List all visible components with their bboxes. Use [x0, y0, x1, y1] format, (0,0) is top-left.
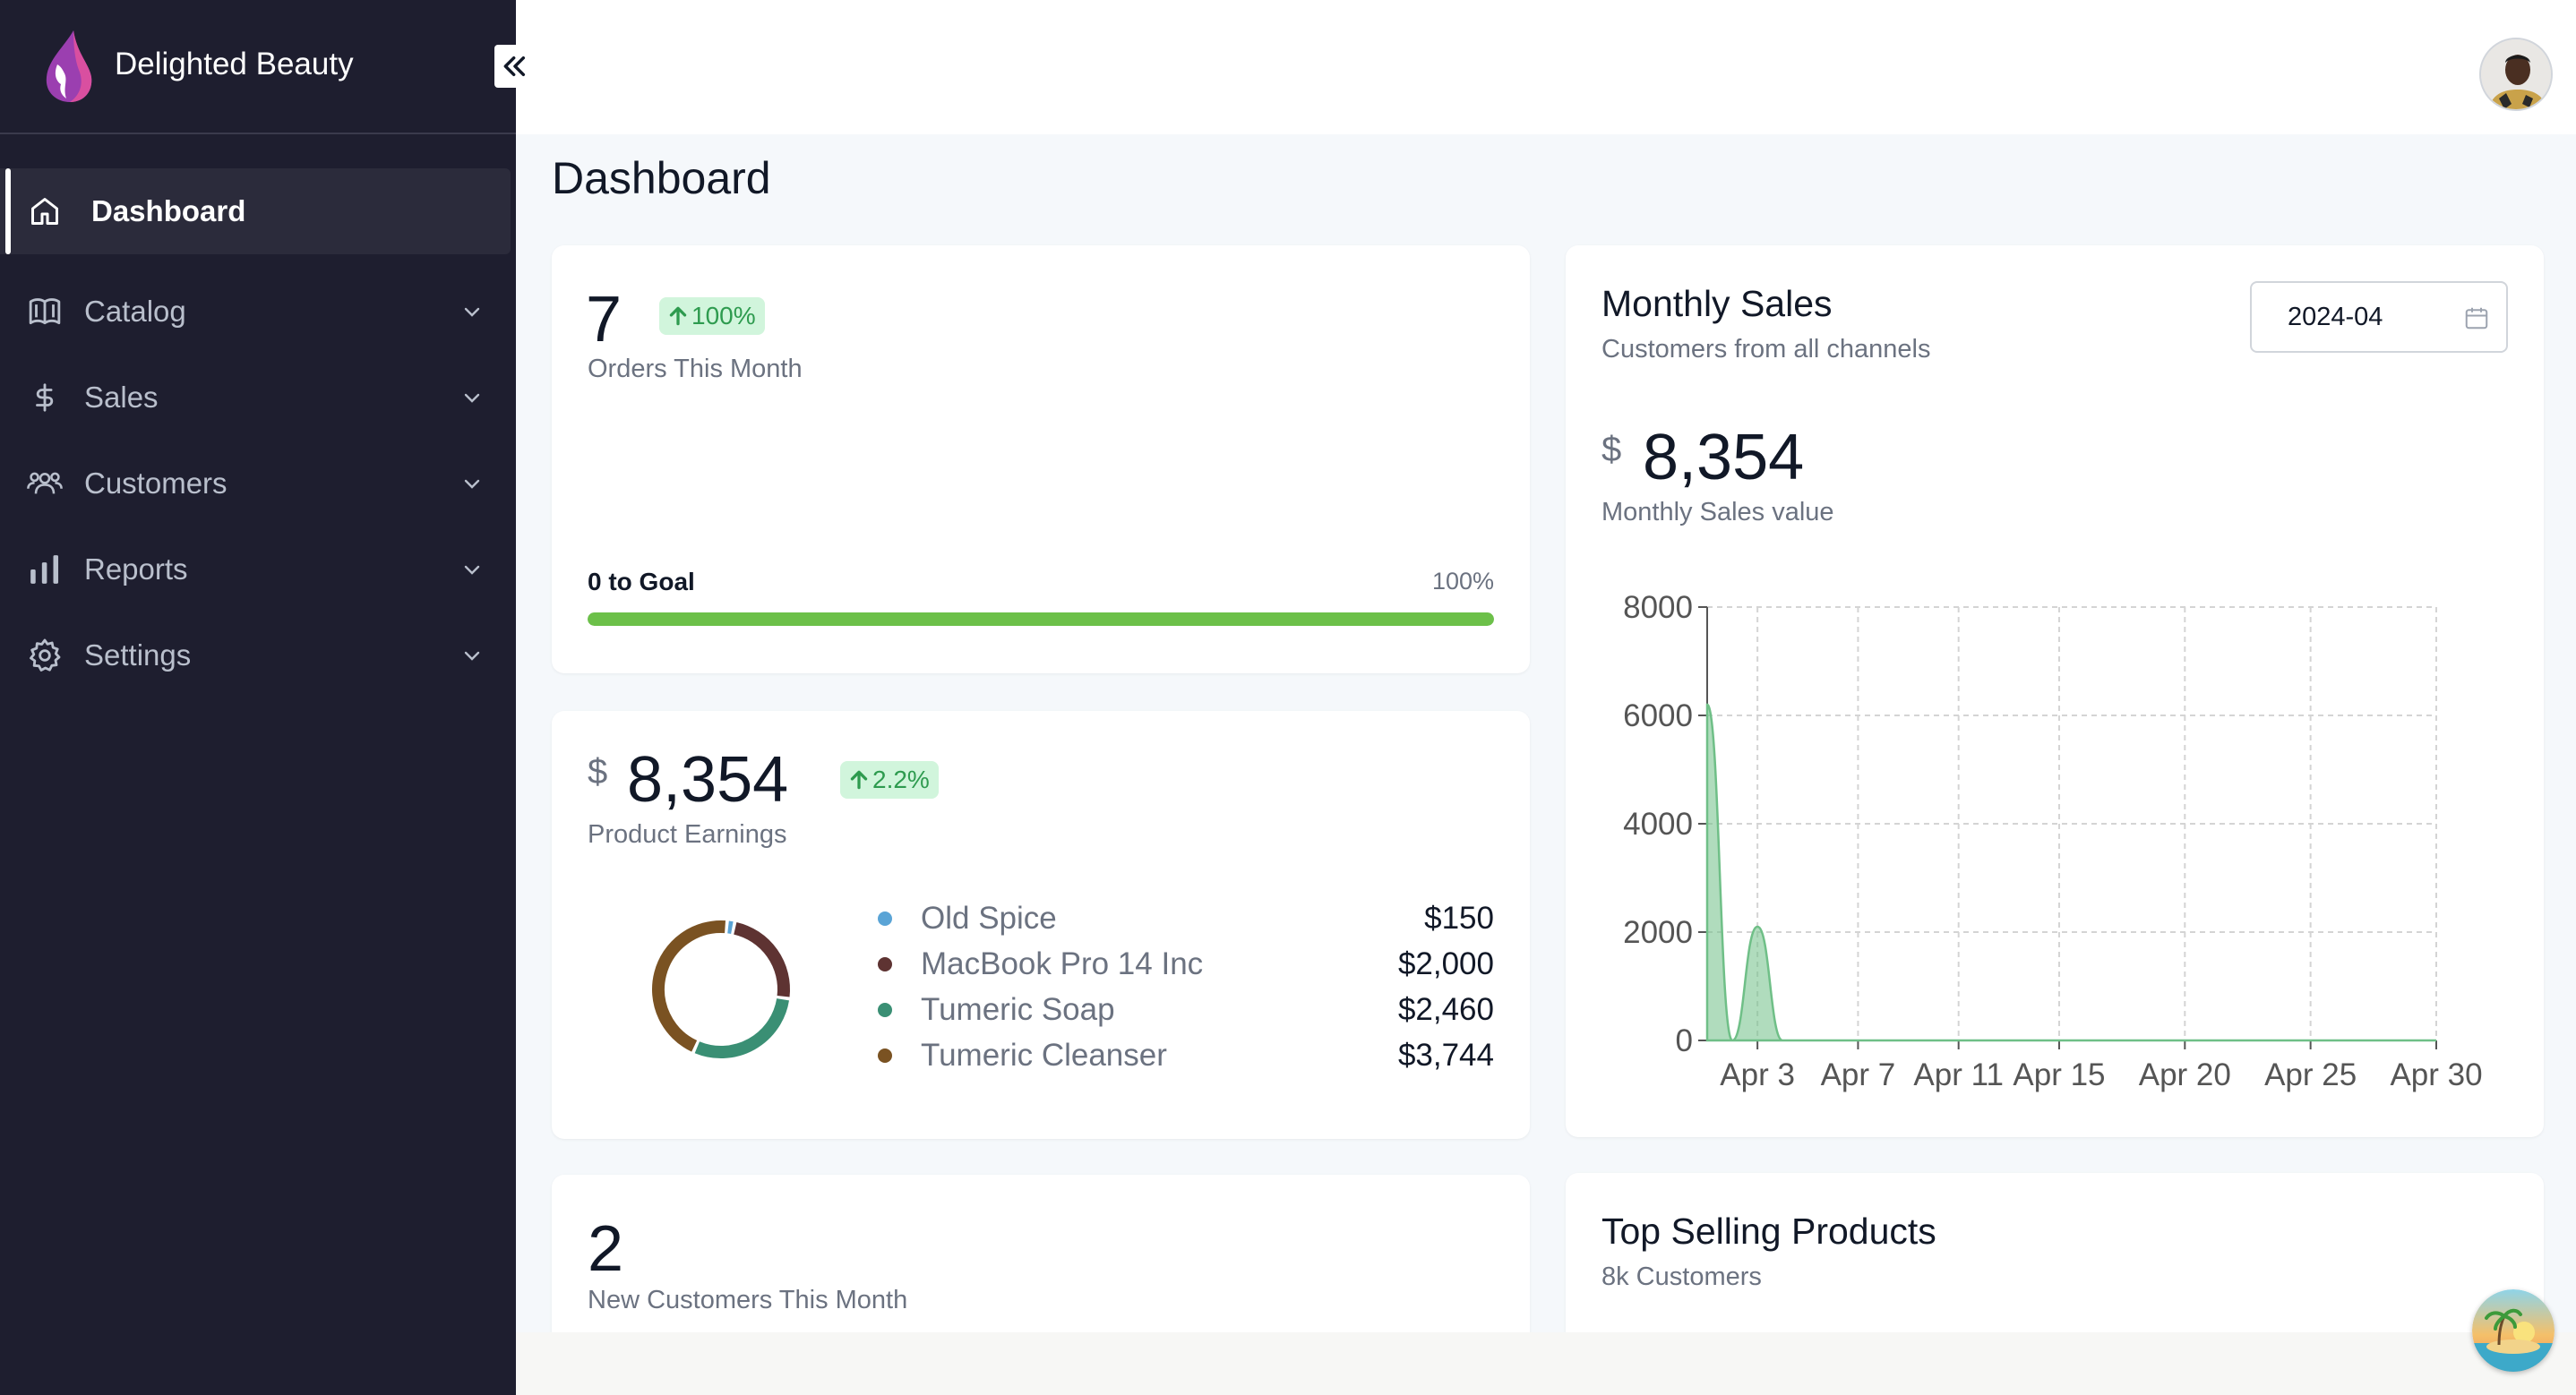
goal-progress-bar — [588, 612, 1494, 626]
orders-count: 7 — [586, 284, 623, 355]
sidebar-collapse-button[interactable] — [494, 45, 536, 88]
monthly-sales-card: Monthly Sales Customers from all channel… — [1566, 245, 2544, 1137]
floating-help-button[interactable] — [2472, 1289, 2555, 1372]
arrow-up-icon — [850, 770, 868, 790]
chevron-down-icon — [459, 384, 485, 411]
users-icon — [27, 466, 63, 501]
sales-area-series — [1705, 703, 2436, 1042]
sidebar-item-label: Settings — [84, 638, 192, 672]
top-selling-subtitle: 8k Customers — [1601, 1262, 1762, 1291]
arrow-up-icon — [669, 306, 687, 326]
sidebar-item-label: Customers — [84, 466, 228, 500]
legend-name: Tumeric Soap — [921, 992, 1115, 1027]
brand-name: Delighted Beauty — [115, 47, 354, 81]
x-tick-label: Apr 3 — [1720, 1057, 1795, 1092]
sidebar-item-label: Sales — [84, 381, 159, 414]
sidebar-nav: Dashboard Catalog Sales Customers Report… — [0, 168, 516, 698]
donut-slice — [652, 920, 726, 1052]
x-tick-label: Apr 7 — [1821, 1057, 1896, 1092]
legend-dot — [878, 1003, 892, 1017]
legend-value: $2,460 — [1397, 992, 1494, 1027]
sidebar: Delighted Beauty Dashboard Catalog Sales — [0, 0, 516, 1395]
legend-value: $2,000 — [1397, 946, 1494, 981]
y-tick-label: 0 — [1676, 1023, 1693, 1058]
monthly-sales-chart: 0 2000 4000 6000 8000 Apr 3 Apr 7 Apr 11 Apr 15 A… — [1623, 590, 2482, 1092]
earnings-label: Product Earnings — [588, 820, 787, 849]
earnings-change-badge: 2.2% — [840, 761, 939, 799]
topbar — [516, 0, 2576, 134]
y-tick-label: 6000 — [1623, 698, 1693, 733]
legend-dot — [878, 911, 892, 926]
legend-item: Old Spice $150 — [867, 897, 1494, 942]
sidebar-item-settings[interactable]: Settings — [0, 612, 516, 698]
island-icon — [2472, 1289, 2555, 1372]
double-chevron-left-icon — [503, 56, 526, 77]
chevron-down-icon — [459, 642, 485, 669]
chevron-down-icon — [459, 556, 485, 583]
sidebar-item-dashboard[interactable]: Dashboard — [0, 168, 511, 254]
x-tick-label: Apr 25 — [2264, 1057, 2357, 1092]
legend-item: MacBook Pro 14 Inc $2,000 — [867, 943, 1494, 988]
y-tick-label: 8000 — [1623, 590, 1693, 625]
goal-label: 0 to Goal — [588, 568, 695, 595]
sidebar-item-label: Catalog — [84, 295, 186, 328]
donut-slice — [694, 997, 790, 1058]
sidebar-item-label: Reports — [84, 552, 188, 586]
legend-name: Tumeric Cleanser — [921, 1038, 1167, 1073]
brand-logo-icon — [46, 30, 92, 102]
brand-header: Delighted Beauty — [0, 0, 516, 134]
x-tick-label: Apr 15 — [2013, 1057, 2105, 1092]
legend-value: $3,744 — [1397, 1038, 1494, 1073]
legend-dot — [878, 1048, 892, 1063]
legend-item: Tumeric Soap $2,460 — [867, 988, 1494, 1033]
x-tick-label: Apr 11 — [1913, 1057, 2004, 1092]
sidebar-item-reports[interactable]: Reports — [0, 526, 516, 612]
sidebar-item-catalog[interactable]: Catalog — [0, 269, 516, 355]
page-title: Dashboard — [552, 153, 771, 203]
earnings-donut-chart — [652, 920, 790, 1058]
legend-name: Old Spice — [921, 901, 1057, 936]
donut-slice — [727, 920, 734, 935]
earnings-change-value: 2.2% — [872, 766, 930, 793]
earnings-card: $ 8,354 2.2% Product Earnings Old Spice … — [552, 711, 1530, 1139]
book-icon — [27, 294, 63, 329]
orders-change-value: 100% — [691, 302, 756, 329]
user-avatar[interactable] — [2479, 38, 2553, 111]
goal-progress-fill — [588, 612, 1494, 626]
orders-label: Orders This Month — [588, 355, 803, 383]
dollar-icon — [27, 380, 63, 415]
donut-slice — [733, 921, 790, 997]
top-selling-title: Top Selling Products — [1601, 1211, 1936, 1252]
bar-chart-icon — [27, 552, 63, 587]
home-icon — [27, 193, 63, 229]
y-tick-label: 4000 — [1623, 807, 1693, 842]
chevron-down-icon — [459, 470, 485, 497]
y-tick-label: 2000 — [1623, 915, 1693, 950]
new-customers-count: 2 — [588, 1213, 624, 1285]
orders-card: 7 100% Orders This Month 0 to Goal 100% — [552, 245, 1530, 673]
goal-percent: 100% — [1431, 568, 1494, 595]
new-customers-label: New Customers This Month — [588, 1286, 908, 1314]
orders-change-badge: 100% — [659, 297, 765, 335]
earnings-currency: $ — [588, 752, 608, 792]
footer-strip — [516, 1332, 2576, 1395]
legend-item: Tumeric Cleanser $3,744 — [867, 1034, 1494, 1079]
sidebar-item-sales[interactable]: Sales — [0, 355, 516, 441]
sidebar-item-label: Dashboard — [91, 194, 246, 227]
legend-value: $150 — [1424, 901, 1494, 936]
legend-dot — [878, 957, 892, 971]
gear-icon — [27, 638, 63, 673]
sidebar-item-customers[interactable]: Customers — [0, 441, 516, 526]
x-tick-label: Apr 30 — [2390, 1057, 2482, 1092]
chevron-down-icon — [459, 298, 485, 325]
legend-name: MacBook Pro 14 Inc — [921, 946, 1204, 981]
earnings-value: 8,354 — [627, 744, 789, 816]
x-tick-label: Apr 20 — [2139, 1057, 2231, 1092]
